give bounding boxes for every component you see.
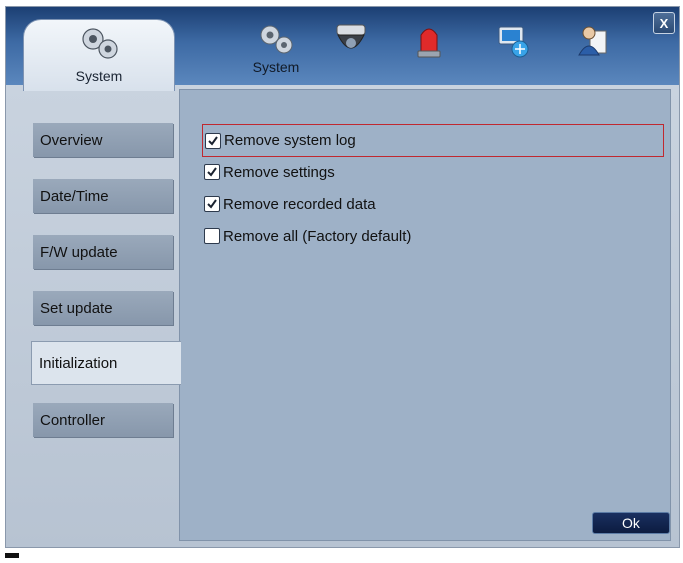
option-label: Remove recorded data bbox=[223, 195, 376, 213]
nav-user-tab[interactable] bbox=[576, 21, 610, 61]
close-button[interactable]: X bbox=[653, 12, 675, 34]
checkmark-icon bbox=[207, 167, 217, 177]
checkmark-icon bbox=[207, 199, 217, 209]
nav-network-tab[interactable] bbox=[496, 21, 530, 61]
option-label: Remove all (Factory default) bbox=[223, 227, 412, 245]
nav-system-label: System bbox=[252, 59, 300, 75]
tab-system-active[interactable]: System bbox=[23, 19, 175, 91]
sidebar-item-initialization[interactable]: Initialization bbox=[31, 341, 181, 385]
cursor-mark bbox=[5, 553, 19, 558]
camera-icon bbox=[336, 24, 366, 49]
sidebar-item-label: Set update bbox=[40, 299, 113, 317]
nav-alarm-tab[interactable] bbox=[414, 21, 448, 61]
option-remove-system-log[interactable]: Remove system log bbox=[202, 124, 664, 157]
sidebar-item-label: F/W update bbox=[40, 243, 118, 261]
sidebar-item-set-update[interactable]: Set update bbox=[33, 291, 173, 325]
option-remove-recorded-data[interactable]: Remove recorded data bbox=[204, 192, 376, 216]
option-remove-settings[interactable]: Remove settings bbox=[204, 160, 335, 184]
checkbox[interactable] bbox=[205, 132, 221, 149]
checkbox[interactable] bbox=[204, 196, 220, 212]
sidebar-item-label: Overview bbox=[40, 131, 103, 149]
option-label: Remove system log bbox=[224, 132, 356, 149]
ok-button[interactable]: Ok bbox=[592, 512, 670, 534]
active-tab-label: System bbox=[75, 68, 123, 84]
sidebar-item-label: Controller bbox=[40, 411, 106, 429]
option-remove-all-factory-default[interactable]: Remove all (Factory default) bbox=[204, 224, 411, 248]
gear-icon bbox=[82, 28, 118, 59]
settings-window: X System System Overview Date/Time F/W u… bbox=[5, 6, 680, 548]
checkbox[interactable] bbox=[204, 164, 220, 180]
sidebar-item-fw-update[interactable]: F/W update bbox=[33, 235, 173, 269]
alarm-icon bbox=[417, 28, 441, 58]
checkmark-icon bbox=[208, 135, 218, 146]
gear-icon bbox=[260, 25, 293, 54]
sidebar-item-controller[interactable]: Controller bbox=[33, 403, 173, 437]
checkbox[interactable] bbox=[204, 228, 220, 244]
option-label: Remove settings bbox=[223, 163, 335, 181]
sidebar-item-overview[interactable]: Overview bbox=[33, 123, 173, 157]
nav-camera-tab[interactable] bbox=[334, 21, 368, 61]
sidebar-item-label: Initialization bbox=[39, 354, 118, 372]
user-icon bbox=[578, 26, 607, 56]
sidebar-item-label: Date/Time bbox=[40, 187, 109, 205]
sidebar-item-date-time[interactable]: Date/Time bbox=[33, 179, 173, 213]
initialization-panel: Remove system log Remove settings Remove… bbox=[179, 89, 671, 541]
top-navigation-bar: X System System bbox=[6, 7, 679, 91]
nav-system-tab[interactable]: System bbox=[246, 19, 306, 79]
network-icon bbox=[498, 26, 529, 58]
